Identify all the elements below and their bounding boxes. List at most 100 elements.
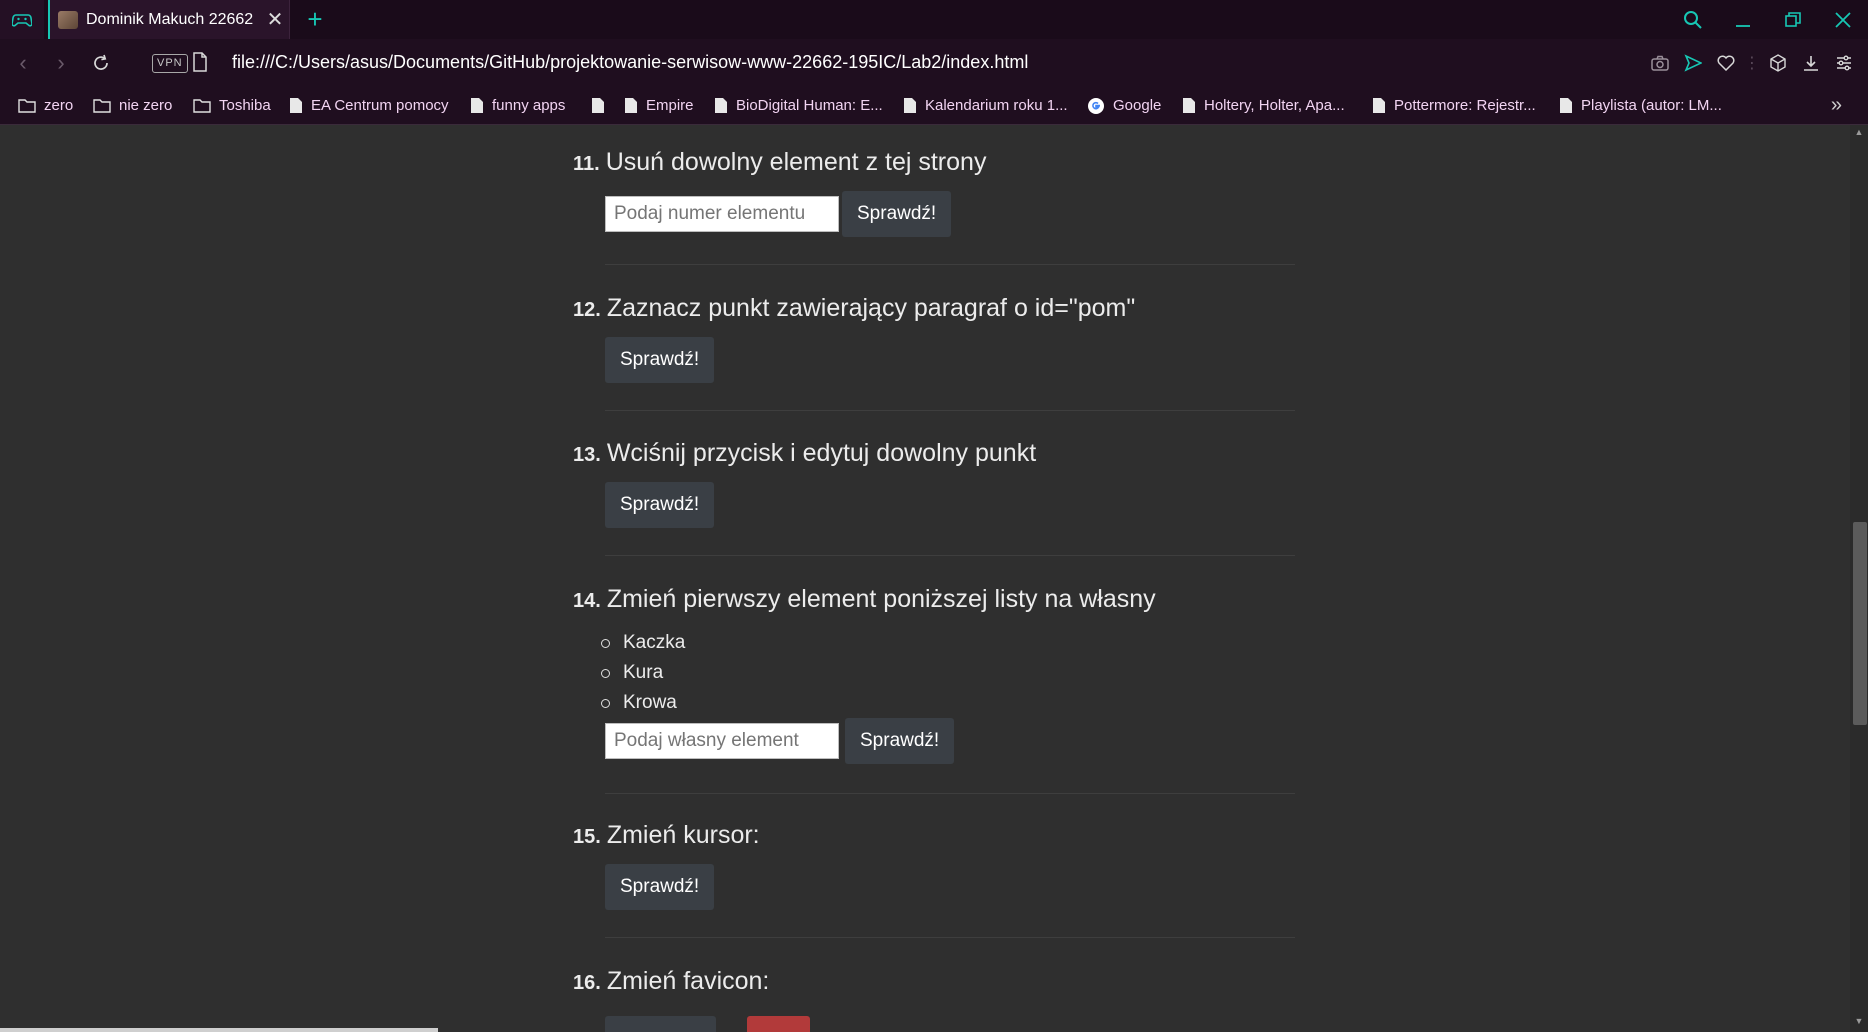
- task-title: 11. Usuń dowolny element z tej strony: [573, 145, 1298, 179]
- cube-icon[interactable]: [1768, 53, 1788, 73]
- bookmark-pottermore[interactable]: Pottermore: Rejestr...: [1372, 86, 1536, 125]
- restore-icon[interactable]: [1768, 0, 1818, 39]
- bookmark-empire[interactable]: Empire: [624, 86, 694, 125]
- task-15: 15. Zmień kursor: Sprawdź!: [573, 818, 1298, 910]
- horizontal-scroll-indicator[interactable]: [0, 1028, 438, 1032]
- page-icon: [1183, 98, 1195, 113]
- url-field[interactable]: file:///C:/Users/asus/Documents/GitHub/p…: [232, 52, 1028, 73]
- bookmark-label: Pottermore: Rejestr...: [1394, 97, 1536, 114]
- task-14: 14. Zmień pierwszy element poniższej list…: [573, 582, 1298, 764]
- check-button[interactable]: Sprawdź!: [842, 191, 952, 237]
- page-icon: [471, 98, 483, 113]
- task-number: 14.: [573, 590, 601, 612]
- folder-icon: [93, 99, 111, 113]
- tab-title: Dominik Makuch 22662: [86, 10, 254, 28]
- list-item: Kura: [573, 658, 1298, 688]
- bookmark-zero[interactable]: zero: [18, 86, 73, 125]
- task-body: Sprawdź!: [605, 191, 1298, 237]
- check-button[interactable]: Sprawdź!: [605, 482, 715, 528]
- settings-sliders-icon[interactable]: [1834, 53, 1854, 73]
- address-bar-actions: ⋮: [1650, 39, 1854, 86]
- bookmarks-bar: zero nie zero Toshiba EA Centrum pomocy …: [0, 86, 1868, 125]
- bookmark-google[interactable]: Google: [1087, 86, 1161, 125]
- page-icon: [625, 98, 637, 113]
- task-11: 11.Usuń dowolny element z tej strony Spr…: [573, 145, 1298, 237]
- task-heading: Zaznacz punkt zawierający paragraf o id=…: [606, 294, 1136, 322]
- element-number-input[interactable]: [605, 196, 839, 232]
- check-button[interactable]: Sprawdź!: [845, 718, 955, 764]
- divider: [605, 555, 1295, 556]
- divider: [605, 410, 1295, 411]
- check-button[interactable]: Sprawdź!: [605, 864, 715, 910]
- bookmark-label: funny apps: [492, 97, 566, 114]
- close-tab-icon[interactable]: ✕: [261, 7, 289, 32]
- divider: [605, 264, 1295, 265]
- own-element-input[interactable]: [605, 723, 839, 759]
- bookmark-label: nie zero: [119, 97, 173, 114]
- task-heading: Zmień favicon:: [606, 967, 770, 995]
- bookmark-playlista[interactable]: Playlista (autor: LM...: [1559, 86, 1722, 125]
- scroll-up-icon[interactable]: ▲: [1850, 127, 1868, 141]
- google-icon: [1088, 97, 1104, 114]
- download-icon[interactable]: [1801, 53, 1821, 73]
- page-icon: [904, 98, 916, 113]
- task-heading: Wciśnij przycisk i edytuj dowolny punkt: [606, 439, 1037, 467]
- page-viewport: 11.Usuń dowolny element z tej strony Spr…: [0, 125, 1850, 1032]
- bookmark-untitled[interactable]: [591, 86, 613, 125]
- divider: [605, 937, 1295, 938]
- bookmark-label: Toshiba: [219, 97, 271, 114]
- bookmark-holtery[interactable]: Holtery, Holter, Apa...: [1182, 86, 1345, 125]
- send-icon[interactable]: [1683, 53, 1703, 73]
- back-icon[interactable]: ‹: [6, 39, 40, 86]
- page-icon: [1373, 98, 1385, 113]
- bookmark-biodigital[interactable]: BioDigital Human: E...: [714, 86, 883, 125]
- forward-icon[interactable]: ›: [44, 39, 78, 86]
- task-number: 13.: [573, 444, 601, 466]
- bookmark-toshiba[interactable]: Toshiba: [193, 86, 271, 125]
- page-icon: [715, 98, 727, 113]
- list-item: Kaczka: [573, 628, 1298, 658]
- scrollbar-thumb[interactable]: [1853, 522, 1867, 725]
- animal-list: Kaczka Kura Krowa: [573, 628, 1298, 718]
- more-bookmarks-icon[interactable]: »: [1831, 94, 1842, 117]
- reload-icon[interactable]: [84, 39, 118, 86]
- bookmark-kalendarium[interactable]: Kalendarium roku 1...: [903, 86, 1068, 125]
- task-number: 16.: [573, 972, 601, 994]
- minimize-icon[interactable]: [1718, 0, 1768, 39]
- camera-icon[interactable]: [1650, 53, 1670, 73]
- page-icon: [1560, 98, 1572, 113]
- heart-icon[interactable]: [1716, 53, 1736, 73]
- bookmark-label: zero: [44, 97, 74, 114]
- bookmark-label: BioDigital Human: E...: [736, 97, 883, 114]
- task-title: 14. Zmień pierwszy element poniższej list…: [573, 582, 1298, 616]
- check-button-partial[interactable]: [605, 1016, 716, 1032]
- task-title: 15. Zmień kursor:: [573, 818, 1298, 852]
- vpn-badge[interactable]: VPN: [152, 54, 188, 73]
- gaming-mode-icon[interactable]: [0, 0, 44, 39]
- page-icon: [290, 98, 302, 113]
- check-button[interactable]: Sprawdź!: [605, 337, 715, 383]
- close-window-icon[interactable]: [1818, 0, 1868, 39]
- task-title: 16. Zmień favicon:: [573, 964, 1298, 998]
- folder-icon: [18, 99, 36, 113]
- tab-favicon-icon: [58, 10, 78, 29]
- new-tab-icon[interactable]: +: [300, 4, 330, 34]
- window-controls: [1668, 0, 1868, 39]
- task-12: 12. Zaznacz punkt zawierający paragraf o …: [573, 291, 1298, 383]
- task-heading: Zmień kursor:: [606, 821, 760, 849]
- list-item: Krowa: [573, 688, 1298, 718]
- scroll-down-icon[interactable]: ▼: [1850, 1016, 1868, 1030]
- bookmark-label: EA Centrum pomocy: [311, 97, 449, 114]
- search-icon[interactable]: [1668, 0, 1718, 39]
- browser-tab[interactable]: Dominik Makuch 22662 ✕: [48, 0, 290, 39]
- bookmark-label: Google: [1113, 97, 1162, 114]
- vertical-scrollbar[interactable]: ▲ ▼: [1850, 125, 1868, 1032]
- address-bar: ‹ › VPN file:///C:/Users/asus/Documents/…: [0, 39, 1868, 86]
- bookmark-ea[interactable]: EA Centrum pomocy: [289, 86, 449, 125]
- tab-bar: Dominik Makuch 22662 ✕ +: [0, 0, 1868, 39]
- bookmark-nie-zero[interactable]: nie zero: [93, 86, 172, 125]
- page-icon: [592, 98, 604, 113]
- task-16: 16. Zmień favicon:: [573, 964, 1298, 998]
- bookmark-funny-apps[interactable]: funny apps: [470, 86, 565, 125]
- page-info-icon[interactable]: [192, 52, 208, 77]
